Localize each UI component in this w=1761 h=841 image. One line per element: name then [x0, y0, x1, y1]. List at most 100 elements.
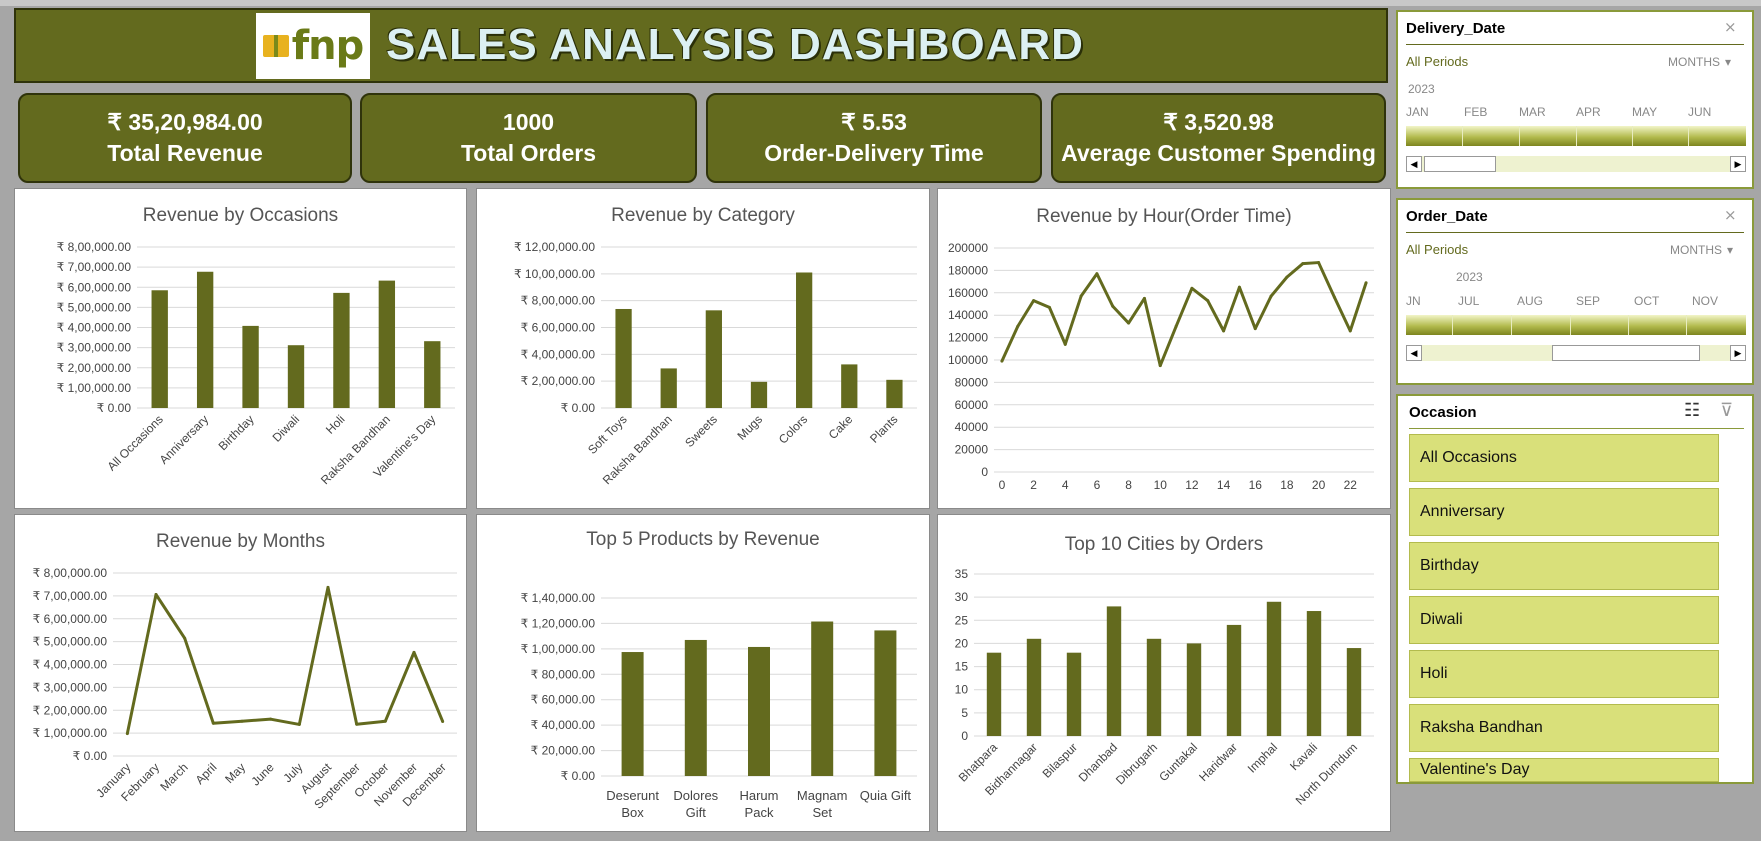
timeline-bar[interactable] [1406, 315, 1746, 335]
chart-revenue-by-category[interactable]: Revenue by Category ₹ 0.00 ₹ 2,00,000.00 ₹ … [476, 188, 930, 509]
y-tick-label: ₹ 10,00,000.00 [514, 267, 595, 281]
delivery-date-slicer[interactable]: Delivery_Date ⨯ All Periods MONTHS ▾ 202… [1396, 10, 1754, 189]
y-tick-label: 0 [961, 729, 968, 743]
occasion-item[interactable]: Anniversary [1409, 488, 1719, 536]
y-tick-label: ₹ 5,00,000.00 [57, 300, 132, 314]
data-point [297, 722, 301, 726]
data-point [1269, 294, 1273, 298]
chart-revenue-by-months[interactable]: Revenue by Months ₹ 0.00 ₹ 1,00,000.00 ₹ 2,… [14, 514, 467, 832]
x-tick-label: All Occasions [105, 412, 166, 473]
clear-filter-icon[interactable]: ⨯ [1724, 206, 1737, 224]
month-label: NOV [1692, 294, 1719, 308]
year-label: 2023 [1408, 82, 1435, 96]
bar [151, 290, 168, 408]
y-tick-label: ₹ 80,000.00 [531, 667, 596, 681]
y-tick-label: 160000 [948, 286, 988, 300]
data-point [1190, 286, 1194, 290]
scroll-thumb[interactable] [1552, 345, 1700, 361]
data-point [441, 719, 445, 723]
chart-svg: Revenue by Occasions ₹ 0.00 ₹ 1,00,000.00 ₹… [57, 205, 455, 487]
time-level-selector[interactable]: MONTHS [1668, 55, 1720, 69]
fnp-logo: fnp [256, 13, 370, 79]
x-tick-label: Guntakal [1156, 740, 1200, 784]
x-tick-label: March [157, 760, 190, 793]
x-tick-label: Colors [776, 412, 810, 446]
y-tick-label: ₹ 8,00,000.00 [33, 566, 108, 580]
clear-filter-icon[interactable]: ⊽ [1720, 400, 1733, 421]
x-tick-label: Diwali [270, 412, 303, 445]
data-point [1222, 329, 1226, 333]
scroll-left-icon[interactable]: ◀ [1406, 156, 1422, 172]
divider [1406, 232, 1744, 233]
order-date-slicer[interactable]: Order_Date ⨯ All Periods MONTHS ▾ 2023 J… [1396, 198, 1754, 385]
chart-revenue-by-occasions[interactable]: Revenue by Occasions ₹ 0.00 ₹ 1,00,000.00 ₹… [14, 188, 467, 509]
month-label: JUL [1458, 294, 1480, 308]
occasion-item[interactable]: Holi [1409, 650, 1719, 698]
data-point [355, 722, 359, 726]
all-periods-label[interactable]: All Periods [1406, 242, 1468, 257]
kpi-value: ₹ 35,20,984.00 [107, 109, 263, 135]
data-point [183, 636, 187, 640]
dashboard-title: SALES ANALYSIS DASHBOARD [386, 20, 1084, 69]
bar [1186, 643, 1202, 736]
x-tick-label: Plants [867, 412, 900, 445]
occasion-item[interactable]: Valentine's Day [1409, 758, 1719, 782]
data-point [1253, 327, 1257, 331]
bar [886, 379, 903, 408]
scroll-right-icon[interactable]: ▶ [1730, 156, 1746, 172]
y-tick-label: 30 [955, 590, 969, 604]
chart-revenue-by-hour[interactable]: Revenue by Hour(Order Time) 0 20000 40000 60… [937, 188, 1391, 509]
clear-filter-icon[interactable]: ⨯ [1724, 18, 1737, 36]
y-tick-label: 80000 [955, 375, 989, 389]
gift-icon [262, 35, 289, 57]
month-label: SEP [1576, 294, 1601, 308]
data-point [1000, 359, 1004, 363]
timeline-bar[interactable] [1406, 126, 1746, 146]
kpi-label: Total Revenue [107, 140, 263, 166]
y-tick-label: 35 [955, 567, 969, 581]
occasion-item[interactable]: Birthday [1409, 542, 1719, 590]
logo-text: fnp [291, 23, 365, 69]
chart-top-10-cities[interactable]: Top 10 Cities by Orders 0 5 10 15 20 25 30 35 Bha… [937, 514, 1391, 832]
x-tick-label: 14 [1217, 478, 1231, 492]
x-tick-label: Dibrugarh [1113, 740, 1160, 787]
timeline-scrollbar[interactable]: ◀ ▶ [1406, 345, 1746, 361]
scroll-thumb[interactable] [1424, 156, 1496, 172]
scroll-right-icon[interactable]: ▶ [1730, 345, 1746, 361]
bar [811, 621, 834, 776]
all-periods-label[interactable]: All Periods [1406, 54, 1468, 69]
data-point [1142, 296, 1146, 300]
bar [287, 345, 305, 408]
occasion-item[interactable]: Raksha Bandhan [1409, 704, 1719, 752]
x-tick-label: Mugs [734, 412, 765, 443]
y-tick-label: ₹ 12,00,000.00 [514, 240, 595, 254]
chevron-down-icon[interactable]: ▾ [1725, 55, 1731, 69]
y-tick-label: 25 [955, 613, 969, 627]
y-tick-label: ₹ 5,00,000.00 [33, 635, 108, 649]
y-tick-label: ₹ 3,00,000.00 [33, 680, 108, 694]
time-level-selector[interactable]: MONTHS [1670, 243, 1722, 257]
timeline-scrollbar[interactable]: ◀ ▶ [1406, 156, 1746, 172]
kpi-order-delivery-time: ₹ 5.53 Order-Delivery Time [706, 93, 1042, 183]
chart-top-5-products[interactable]: Top 5 Products by Revenue ₹ 0.00 ₹ 20,000.… [476, 514, 930, 832]
occasion-item[interactable]: Diwali [1409, 596, 1719, 644]
multi-select-icon[interactable]: ☷ [1684, 400, 1700, 421]
y-tick-label: 180000 [948, 263, 988, 277]
y-tick-label: ₹ 0.00 [97, 401, 132, 415]
y-tick-label: ₹ 1,40,000.00 [521, 591, 596, 605]
bar [874, 630, 897, 776]
data-point [383, 719, 387, 723]
x-tick-label: 6 [1094, 478, 1101, 492]
scroll-left-icon[interactable]: ◀ [1406, 345, 1422, 361]
bar [705, 310, 722, 408]
y-tick-label: ₹ 2,00,000.00 [57, 361, 132, 375]
data-point [211, 721, 215, 725]
y-tick-label: ₹ 7,00,000.00 [57, 260, 132, 274]
x-tick-label: Deserunt [606, 788, 659, 803]
occasion-slicer[interactable]: Occasion ☷ ⊽ All Occasions Anniversary B… [1396, 394, 1754, 784]
occasion-item[interactable]: All Occasions [1409, 434, 1719, 482]
chevron-down-icon[interactable]: ▾ [1727, 243, 1733, 257]
month-labels: JN JUL AUG SEP OCT NOV [1406, 294, 1746, 310]
bar [660, 368, 677, 408]
month-label: MAY [1632, 105, 1658, 119]
